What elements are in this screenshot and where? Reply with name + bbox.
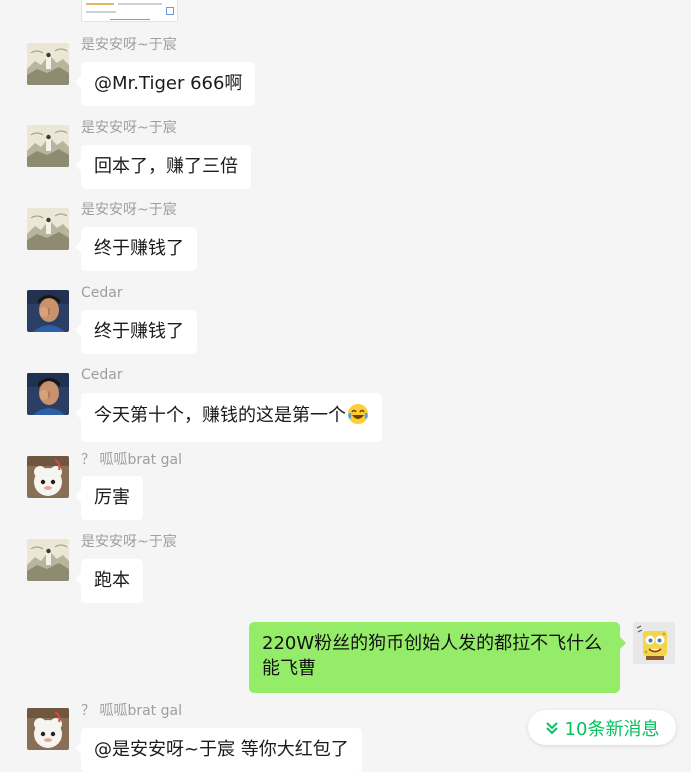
message-bubble[interactable]: 终于赚钱了 [75, 310, 197, 354]
chat-message-list[interactable]: 是安安呀~于宸 @Mr.Tiger 666啊 是安安呀~于宸 回本了，赚了三倍 … [0, 0, 691, 772]
avatar[interactable] [27, 125, 69, 167]
message-text: @Mr.Tiger 666啊 [94, 73, 243, 94]
avatar[interactable] [27, 290, 69, 332]
sender-name: Cedar [81, 285, 123, 301]
avatar[interactable] [27, 539, 69, 581]
sender-name: 是安安呀~于宸 [81, 37, 177, 53]
card-preview-line [86, 3, 114, 5]
card-preview-line [110, 19, 150, 20]
card-preview-line [86, 11, 116, 13]
message-bubble[interactable]: @是安安呀~于宸 等你大红包了 [75, 728, 362, 772]
message-text: @是安安呀~于宸 等你大红包了 [94, 739, 349, 760]
message-bubble-outgoing[interactable]: 220W粉丝的狗币创始人发的都拉不飞什么能飞曹 [249, 622, 626, 693]
message-bubble[interactable]: @Mr.Tiger 666啊 [74, 62, 256, 106]
message-text: 回本了，赚了三倍 [94, 156, 238, 177]
message-text: 厉害 [94, 487, 130, 508]
sender-name: ？ 呱呱brat gal [81, 703, 182, 719]
avatar[interactable] [27, 208, 69, 250]
message-text: 终于赚钱了 [94, 321, 184, 342]
avatar[interactable] [27, 373, 69, 415]
message-text: 今天第十个，赚钱的这是第一个 [94, 405, 346, 426]
sender-name: 是安安呀~于宸 [81, 202, 177, 218]
double-chevron-down-icon [545, 721, 559, 735]
avatar[interactable] [27, 43, 69, 85]
card-preview-icon [166, 7, 174, 15]
card-preview-line [118, 3, 162, 5]
message-bubble[interactable]: 厉害 [75, 476, 143, 520]
message-text: 220W粉丝的狗币创始人发的都拉不飞什么能飞曹 [262, 633, 603, 679]
message-text: 终于赚钱了 [94, 238, 184, 259]
shared-card-preview[interactable] [81, 0, 178, 22]
laughing-crying-emoji-icon [347, 403, 369, 432]
message-bubble[interactable]: 跑本 [75, 559, 143, 603]
avatar[interactable] [27, 456, 69, 498]
message-bubble[interactable]: 回本了，赚了三倍 [75, 145, 251, 189]
new-messages-button[interactable]: 10条新消息 [528, 710, 676, 745]
sender-name: 是安安呀~于宸 [81, 120, 177, 136]
message-text: 跑本 [94, 570, 130, 591]
message-bubble[interactable]: 今天第十个，赚钱的这是第一个 [75, 393, 382, 442]
my-avatar[interactable] [633, 622, 675, 664]
avatar[interactable] [27, 708, 69, 750]
message-bubble[interactable]: 终于赚钱了 [75, 227, 197, 271]
sender-name: ？ 呱呱brat gal [81, 452, 182, 468]
new-messages-label: 10条新消息 [564, 718, 660, 740]
sender-name: Cedar [81, 367, 123, 383]
sender-name: 是安安呀~于宸 [81, 534, 177, 550]
